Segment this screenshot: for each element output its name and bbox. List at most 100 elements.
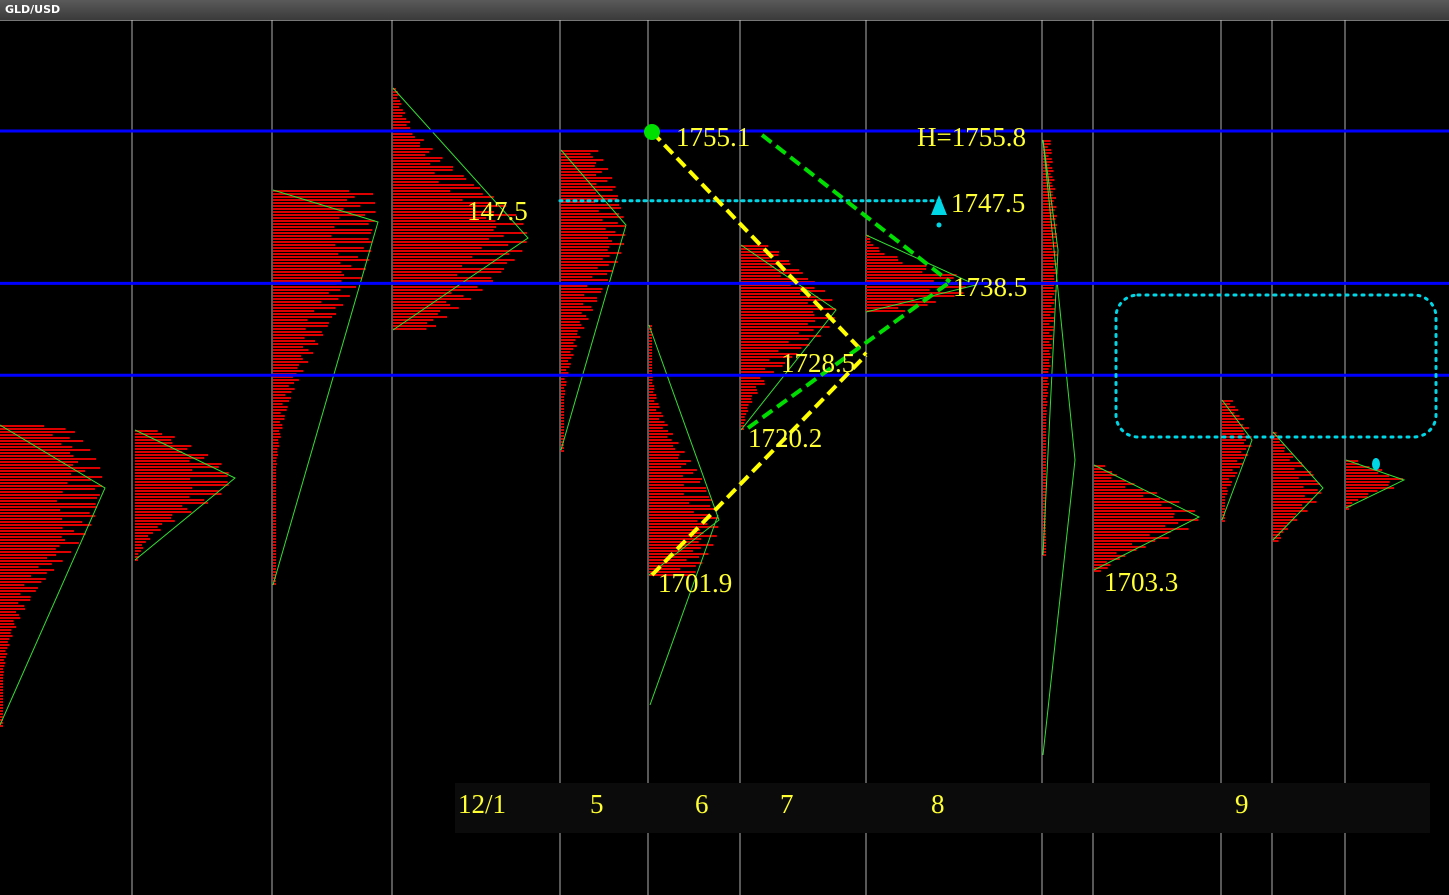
date-label: 6: [695, 789, 709, 819]
profile-bar: [1043, 443, 1046, 445]
profile-bar: [561, 261, 618, 263]
profile-bar: [741, 272, 803, 274]
profile-bar: [1043, 227, 1057, 229]
profile-bar: [0, 686, 3, 688]
profile-bar: [1043, 140, 1051, 142]
profile-bar: [393, 271, 502, 273]
profile-bar: [0, 674, 4, 676]
profile-bar: [649, 493, 684, 495]
profile-bar: [1094, 549, 1137, 551]
profile-bar: [561, 366, 570, 368]
profile-bar: [561, 291, 601, 293]
profile-bar: [1043, 452, 1046, 454]
profile-bar: [0, 623, 15, 625]
profile-bar: [273, 535, 276, 537]
profile-bar: [741, 245, 769, 247]
profile-bar: [741, 416, 745, 418]
profile-bar: [1222, 454, 1249, 456]
profile-bar: [561, 264, 609, 266]
profile-bar: [0, 695, 3, 697]
profile-bar: [0, 515, 96, 517]
profile-bar: [135, 520, 175, 522]
profile-bar: [741, 335, 821, 337]
profile-bar: [273, 289, 341, 291]
profile-bar: [273, 238, 369, 240]
profile-bar: [741, 365, 783, 367]
profile-bar: [1222, 448, 1247, 450]
profile-bar: [649, 502, 690, 504]
profile-bar: [273, 322, 329, 324]
profile-bar: [1043, 317, 1055, 319]
profile-bar: [1043, 158, 1052, 160]
profile-bar: [561, 339, 576, 341]
profile-bar: [741, 404, 749, 406]
profile-bar: [393, 247, 482, 249]
profile-bar: [561, 426, 564, 428]
profile-bar: [273, 370, 304, 372]
profile-bar: [0, 425, 45, 427]
profile-bar: [1043, 356, 1052, 358]
profile-bar: [561, 222, 618, 224]
profile-bar: [561, 348, 574, 350]
profile-bar: [0, 503, 96, 505]
profile-bar: [393, 289, 483, 291]
profile-bar: [0, 494, 100, 496]
profile-bar: [561, 414, 564, 416]
profile-bar: [1346, 502, 1353, 504]
profile-bar: [393, 178, 467, 180]
profile-bar: [273, 562, 276, 564]
date-label: 5: [590, 789, 604, 819]
profile-bar: [1094, 504, 1162, 506]
profile-bar: [561, 204, 620, 206]
profile-bar: [273, 313, 337, 315]
profile-bar: [561, 219, 603, 221]
profile-bar: [1273, 450, 1285, 452]
profile-bar: [273, 274, 344, 276]
profile-bar: [393, 298, 471, 300]
profile-bar: [649, 382, 653, 384]
profile-bar: [1043, 431, 1046, 433]
profile-bar: [649, 400, 655, 402]
profile-bar: [393, 163, 431, 165]
profile-bar: [0, 677, 3, 679]
profile-bar: [1043, 386, 1048, 388]
profile-bar: [273, 490, 276, 492]
profile-bar: [0, 671, 4, 673]
market-profile-chart[interactable]: 1755.1 H=1755.8 147.5 1747.5 1738.5 1728.5 172…: [0, 0, 1449, 895]
profile-bar: [561, 258, 603, 260]
profile-bar: [561, 249, 608, 251]
profile-bar: [135, 445, 192, 447]
profile-bar: [561, 174, 596, 176]
profile-bar: [1043, 377, 1049, 379]
profile-bar: [0, 530, 74, 532]
profile-bar: [393, 136, 415, 138]
profile-bar: [1043, 401, 1048, 403]
profile-bar: [649, 412, 662, 414]
profile-bar: [1273, 465, 1304, 467]
profile-bar: [135, 538, 151, 540]
price-annotation: 1720.2: [748, 423, 822, 453]
profile-bar: [1273, 489, 1318, 491]
profile-bar: [135, 490, 219, 492]
profile-bar: [561, 363, 571, 365]
profile-bar: [1222, 433, 1245, 435]
profile-bar: [1043, 428, 1046, 430]
profile-bar: [1043, 329, 1054, 331]
profile-bar: [273, 253, 339, 255]
profile-bar: [273, 547, 276, 549]
profile-bar: [393, 286, 478, 288]
profile-bar: [273, 229, 373, 231]
profile-bar: [649, 451, 685, 453]
profile-bar: [1043, 470, 1046, 472]
profile-bar: [0, 590, 36, 592]
profile-bar: [1273, 510, 1308, 512]
profile-bar: [393, 292, 452, 294]
profile-bar: [0, 692, 3, 694]
profile-bar: [273, 493, 276, 495]
profile-bar: [393, 241, 527, 243]
profile-bar: [273, 409, 287, 411]
profile-bar: [1043, 482, 1046, 484]
profile-bar: [1043, 371, 1049, 373]
profile-bar: [649, 406, 660, 408]
profile-bar: [1043, 488, 1046, 490]
